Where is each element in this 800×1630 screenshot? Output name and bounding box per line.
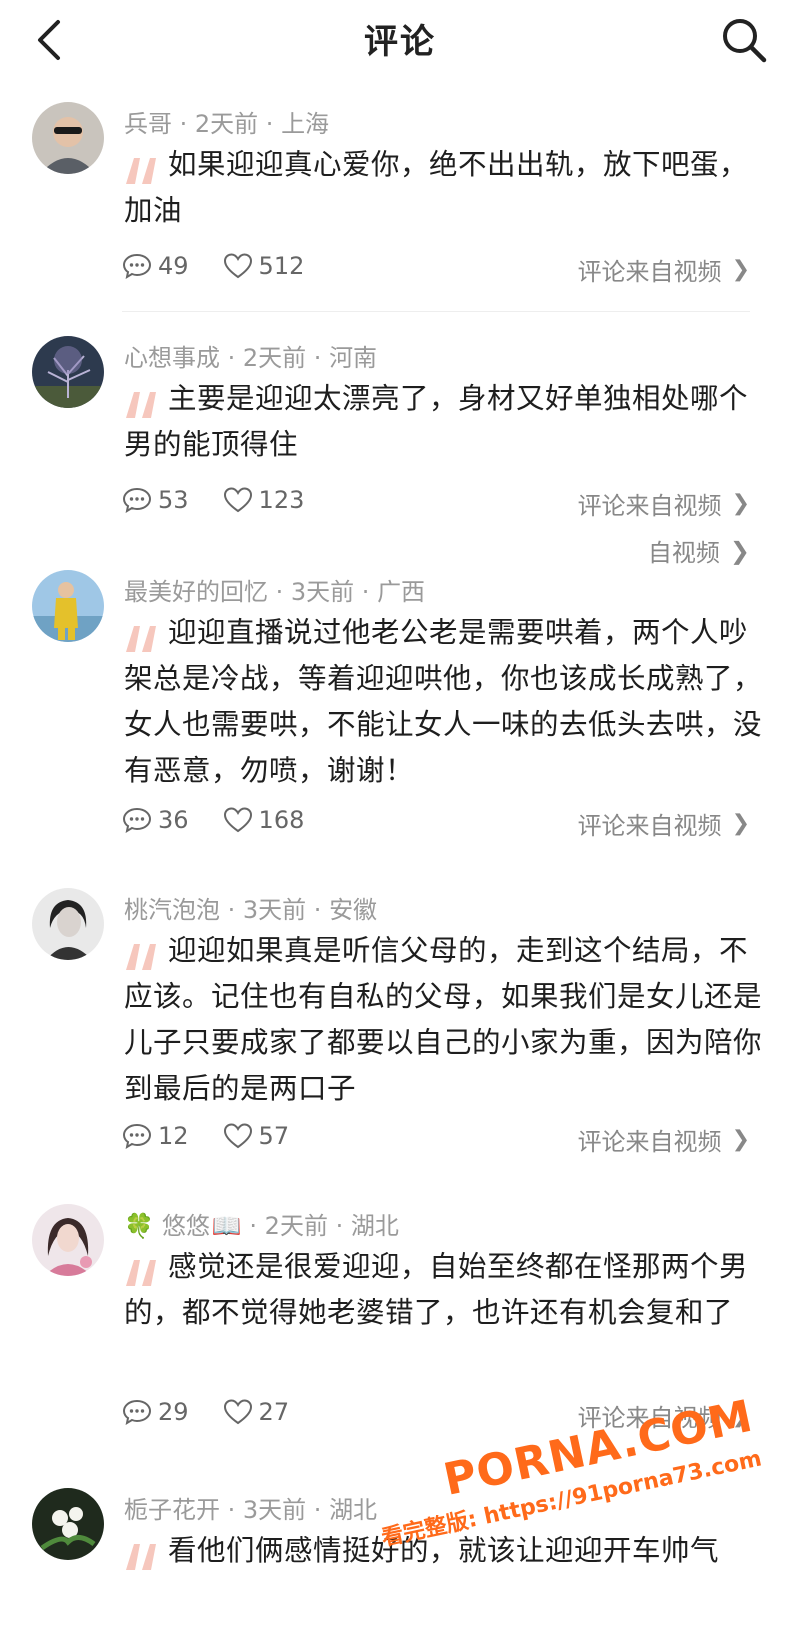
avatar[interactable] (32, 1488, 104, 1560)
comment-meta: 🍀 悠悠📖 · 2天前 · 湖北 (124, 1212, 399, 1240)
source-link[interactable]: 评论来自视频 ❯ (578, 252, 750, 287)
comment-time: 2天前 (194, 110, 259, 138)
book-icon: 📖 (211, 1212, 242, 1240)
heart-icon (223, 487, 252, 513)
avatar[interactable] (32, 888, 104, 960)
comment-location: 上海 (281, 110, 330, 138)
source-link[interactable]: 评论来自视频 ❯ (578, 806, 750, 841)
comment-time: 3天前 (242, 896, 307, 924)
comment-location: 湖北 (329, 1496, 378, 1524)
chevron-right-icon: ❯ (731, 811, 750, 836)
source-label: 评论来自视频 (577, 258, 722, 286)
comment-actions: 49 512 (122, 252, 338, 280)
author-name[interactable]: 心想事成 (124, 344, 220, 372)
heart-icon (223, 807, 252, 833)
comment-meta: 栀子花开 · 3天前 · 湖北 (124, 1496, 378, 1524)
author-name[interactable]: 悠悠 (162, 1212, 210, 1240)
heart-icon (223, 1399, 252, 1425)
source-label: 评论来自视频 (577, 812, 722, 840)
reply-button[interactable]: 36 (122, 806, 189, 834)
like-count: 512 (258, 252, 305, 280)
comment-location: 湖北 (350, 1212, 399, 1240)
chevron-right-icon: ❯ (731, 1127, 750, 1152)
comment-item: 桃汽泡泡 · 3天前 · 安徽 迎迎如果真是听信父母的，走到这个结局，不应该。记… (0, 866, 800, 1182)
like-button[interactable]: 57 (223, 1122, 290, 1150)
comment-text: 主要是迎迎太漂亮了，身材又好单独相处哪个男的能顶得住 (124, 382, 749, 461)
comment-text: 迎迎如果真是听信父母的，走到这个结局，不应该。记住也有自私的父母，如果我们是女儿… (124, 934, 763, 1105)
comment-location: 河南 (329, 344, 378, 372)
comment-actions: 36 168 (122, 806, 338, 834)
comment-bubble-icon (122, 253, 152, 280)
like-count: 168 (258, 806, 305, 834)
divider (122, 311, 750, 312)
reply-count: 53 (158, 486, 189, 514)
like-button[interactable]: 123 (223, 486, 305, 514)
comment-bubble-icon (122, 1399, 152, 1426)
comment-meta: 心想事成 · 2天前 · 河南 (124, 344, 378, 372)
comment-time: 2天前 (242, 344, 307, 372)
reply-count: 12 (158, 1122, 189, 1150)
comment-time: 3天前 (290, 578, 355, 606)
comment-item: 心想事成 · 2天前 · 河南 主要是迎迎太漂亮了，身材又好单独相处哪个男的能顶… (0, 314, 800, 544)
author-name[interactable]: 兵哥 (124, 110, 172, 138)
comment-location: 广西 (377, 578, 426, 606)
source-label: 评论来自视频 (577, 1128, 722, 1156)
chevron-right-icon: ❯ (731, 257, 750, 282)
top-bar: 评论 (0, 0, 800, 80)
author-name[interactable]: 桃汽泡泡 (124, 896, 220, 924)
like-button[interactable]: 512 (223, 252, 305, 280)
comment-meta: 桃汽泡泡 · 3天前 · 安徽 (124, 896, 378, 924)
chevron-right-icon: ❯ (731, 491, 750, 516)
author-name[interactable]: 栀子花开 (124, 1496, 220, 1524)
comment-location: 安徽 (329, 896, 378, 924)
like-count: 57 (258, 1122, 290, 1150)
comment-text: 感觉还是很爱迎迎，自始至终都在怪那两个男的，都不觉得她老婆错了，也许还有机会复和… (124, 1250, 749, 1329)
reply-button[interactable]: 12 (122, 1122, 189, 1150)
reply-button[interactable]: 53 (122, 486, 189, 514)
source-label: 评论来自视频 (577, 492, 722, 520)
reply-button[interactable]: 29 (122, 1398, 189, 1426)
author-name[interactable]: 最美好的回忆 (124, 578, 268, 606)
avatar[interactable] (32, 1204, 104, 1276)
comment-item: 最美好的回忆 · 3天前 · 广西 迎迎直播说过他老公老是需要哄着，两个人吵架总… (0, 548, 800, 868)
source-link[interactable]: 评论来自视频 ❯ (578, 1122, 750, 1157)
comment-bubble-icon (122, 807, 152, 834)
comment-meta: 最美好的回忆 · 3天前 · 广西 (124, 578, 426, 606)
reply-count: 36 (158, 806, 189, 834)
comment-actions: 53 123 (122, 486, 338, 514)
heart-icon (223, 253, 252, 279)
reply-count: 29 (158, 1398, 189, 1426)
heart-icon (223, 1123, 252, 1149)
avatar[interactable] (32, 336, 104, 408)
comment-bubble-icon (122, 487, 152, 514)
avatar[interactable] (32, 102, 104, 174)
clover-icon: 🍀 (124, 1212, 154, 1240)
like-count: 27 (258, 1398, 290, 1426)
comment-time: 3天前 (242, 1496, 307, 1524)
comment-actions: 12 57 (122, 1122, 323, 1150)
comment-item: 兵哥 · 2天前 · 上海 如果迎迎真心爱你，绝不出出轨，放下吧蛋，加油 49 … (0, 80, 800, 312)
reply-button[interactable]: 49 (122, 252, 189, 280)
comment-bubble-icon (122, 1123, 152, 1150)
search-button[interactable] (718, 14, 770, 66)
comment-actions: 29 27 (122, 1398, 323, 1426)
search-icon (723, 19, 767, 63)
like-button[interactable]: 168 (223, 806, 305, 834)
page-title: 评论 (364, 22, 436, 62)
comment-text: 如果迎迎真心爱你，绝不出出轨，放下吧蛋，加油 (124, 148, 749, 227)
reply-count: 49 (158, 252, 189, 280)
comment-text: 迎迎直播说过他老公老是需要哄着，两个人吵架总是冷战，等着迎迎哄他，你也该成长成熟… (124, 616, 763, 787)
comment-meta: 兵哥 · 2天前 · 上海 (124, 110, 330, 138)
avatar[interactable] (32, 570, 104, 642)
comment-time: 2天前 (264, 1212, 328, 1240)
source-link[interactable]: 评论来自视频 ❯ (578, 486, 750, 521)
like-count: 123 (258, 486, 305, 514)
like-button[interactable]: 27 (223, 1398, 290, 1426)
